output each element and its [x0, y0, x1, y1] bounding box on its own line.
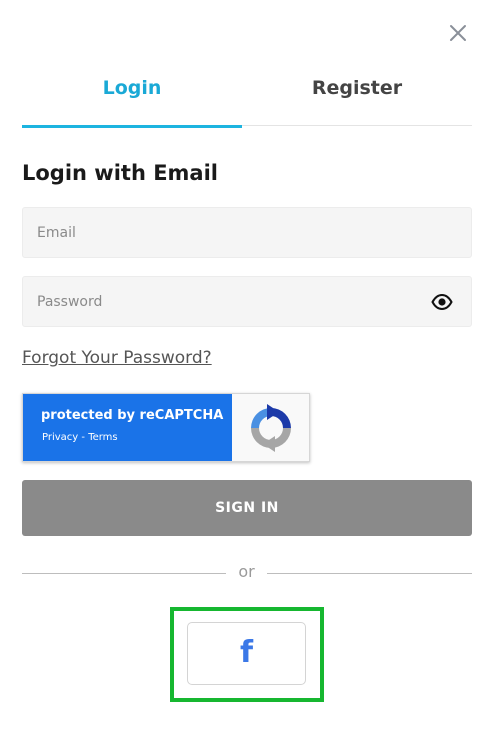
recaptcha-separator: - [78, 432, 89, 443]
eye-icon [431, 293, 453, 311]
close-icon [450, 25, 466, 41]
recaptcha-privacy-link[interactable]: Privacy [42, 432, 78, 443]
auth-tabs: Login Register [22, 68, 472, 128]
tab-register[interactable]: Register [247, 68, 467, 126]
tab-login[interactable]: Login [22, 68, 242, 128]
recaptcha-logo-icon [251, 404, 291, 452]
password-field-container [22, 276, 472, 327]
facebook-login-button[interactable]: f [187, 622, 306, 685]
show-password-button[interactable] [431, 292, 453, 312]
password-field[interactable] [23, 277, 471, 326]
divider-right [267, 573, 472, 574]
divider-or: or [238, 562, 255, 581]
recaptcha-links: Privacy - Terms [42, 432, 118, 443]
recaptcha-badge[interactable]: protected by reCAPTCHA Privacy - Terms [22, 393, 310, 462]
close-button[interactable] [446, 21, 470, 45]
page-title: Login with Email [22, 161, 218, 185]
forgot-password-link[interactable]: Forgot Your Password? [22, 348, 212, 368]
recaptcha-terms-link[interactable]: Terms [88, 432, 117, 443]
email-field[interactable] [23, 208, 471, 257]
divider-left [22, 573, 226, 574]
sign-in-button[interactable]: SIGN IN [22, 480, 472, 536]
recaptcha-title: protected by reCAPTCHA [41, 408, 224, 423]
email-field-container [22, 207, 472, 258]
facebook-icon: f [239, 635, 254, 670]
recaptcha-panel: protected by reCAPTCHA Privacy - Terms [23, 394, 232, 461]
